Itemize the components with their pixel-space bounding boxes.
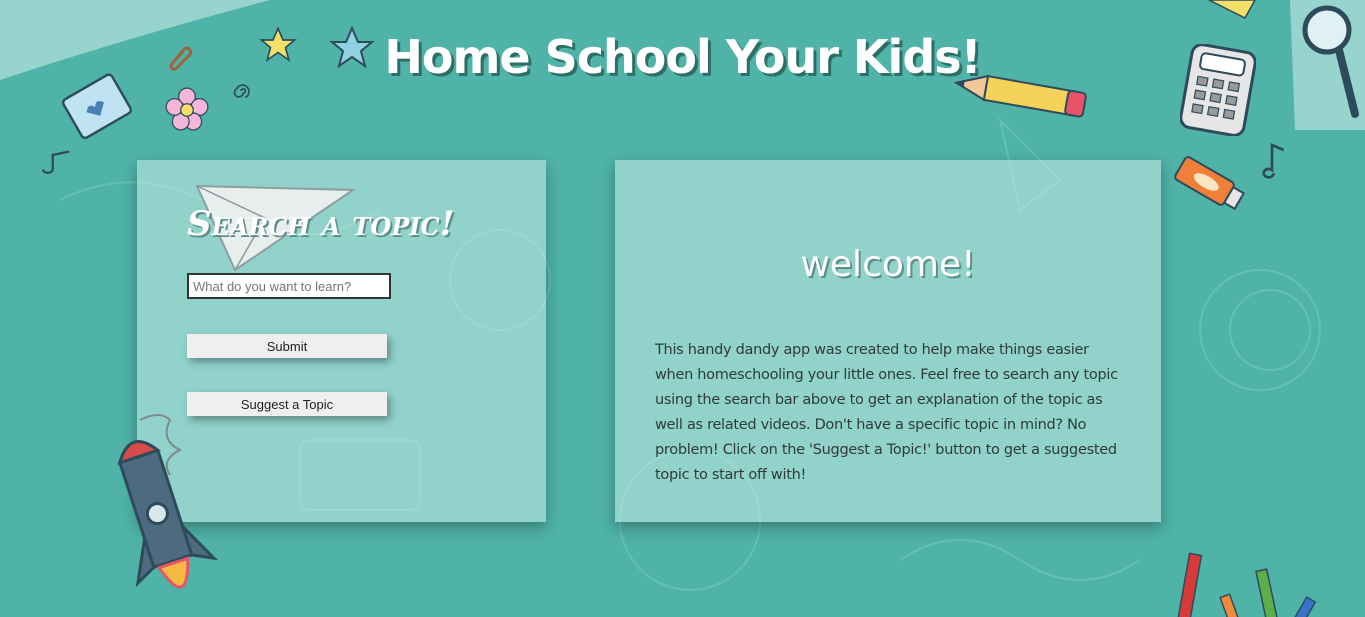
submit-button[interactable]: Submit [187,334,387,358]
rocket-icon [117,414,219,589]
page-title: Home School Your Kids! [384,30,981,84]
welcome-text: This handy dandy app was created to help… [655,342,1118,483]
flower-icon [165,87,209,131]
welcome-panel: welcome! This handy dandy app was create… [615,160,1161,522]
search-heading: Search a topic! [187,204,455,244]
paint-tube-icon [1174,156,1246,211]
search-input[interactable] [187,273,391,299]
crayon-icon [1176,552,1317,617]
welcome-heading: welcome! [800,244,976,285]
ruler-icon [1208,0,1256,19]
music-note-icon [41,150,70,174]
music-note-icon [1262,142,1285,179]
